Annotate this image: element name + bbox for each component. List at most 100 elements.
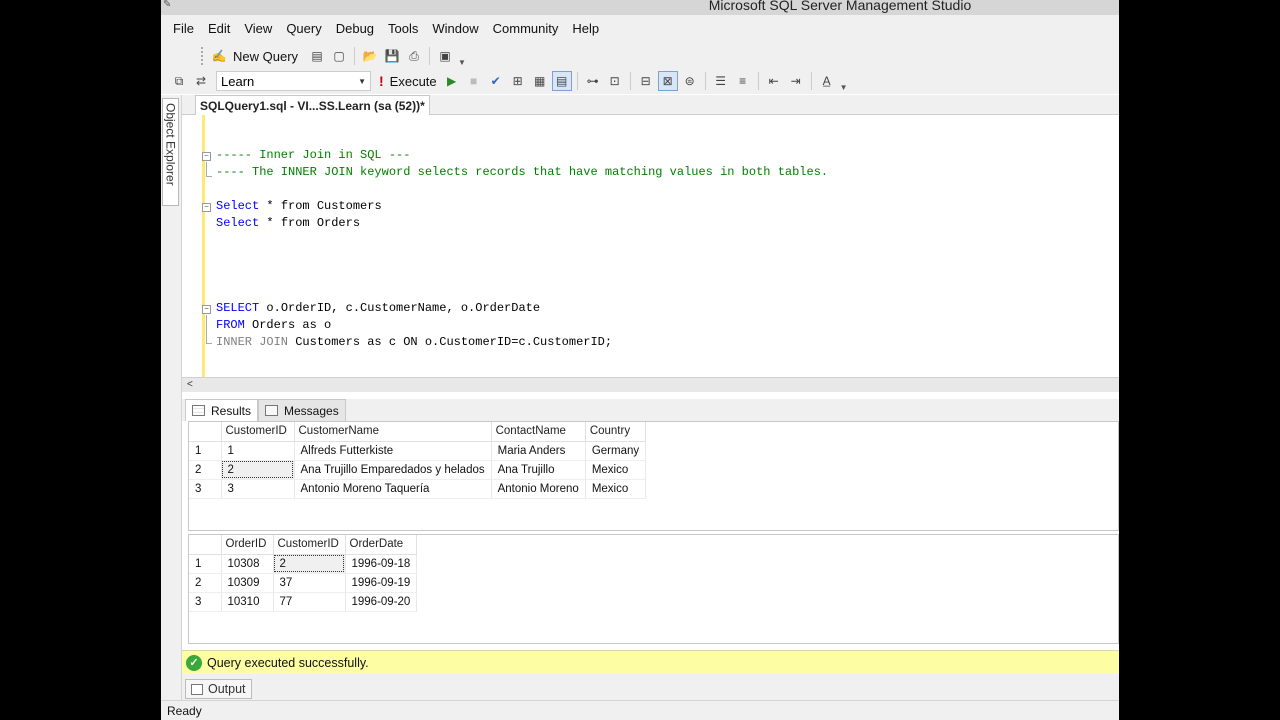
table-cell[interactable]: 10309 <box>221 573 274 593</box>
menu-edit[interactable]: Edit <box>201 15 237 43</box>
table-cell[interactable]: Germany <box>585 441 647 461</box>
specify-values-icon[interactable]: A̲ <box>817 71 837 91</box>
open-file-icon[interactable]: 📂 <box>360 46 380 66</box>
table-cell[interactable]: Antonio Moreno <box>491 479 586 499</box>
include-plan-icon[interactable]: ⊶ <box>583 71 603 91</box>
scroll-left-icon[interactable]: < <box>187 378 193 392</box>
uncomment-lines-icon[interactable]: ≡ <box>733 71 753 91</box>
column-header[interactable]: CustomerName <box>294 422 492 442</box>
row-number[interactable]: 1 <box>189 441 222 461</box>
print-icon[interactable]: ⎙ <box>404 46 424 66</box>
table-cell[interactable]: 1996-09-20 <box>345 592 418 612</box>
change-connection-icon[interactable]: ⇄ <box>191 71 211 91</box>
toolbar-overflow-icon[interactable]: ▼ <box>458 58 466 67</box>
debug-play-icon[interactable]: ▶ <box>442 71 462 91</box>
menu-community[interactable]: Community <box>486 15 566 43</box>
table-cell[interactable]: 10308 <box>221 554 274 574</box>
display-plan-icon[interactable]: ⊞ <box>508 71 528 91</box>
table-cell[interactable]: Ana Trujillo <box>491 460 586 480</box>
table-row[interactable]: 1 1 Alfreds Futterkiste Maria Anders Ger… <box>189 441 647 461</box>
save-icon[interactable]: 💾 <box>382 46 402 66</box>
new-query-icon[interactable]: ✍ <box>209 46 229 66</box>
table-row[interactable]: 2 2 Ana Trujillo Emparedados y helados A… <box>189 460 647 480</box>
row-number-header[interactable] <box>189 422 222 442</box>
menu-tools[interactable]: Tools <box>381 15 425 43</box>
results-grid-customers[interactable]: CustomerID CustomerName ContactName Coun… <box>188 421 1119 531</box>
results-grid-orders[interactable]: OrderID CustomerID OrderDate 1 10308 2 1… <box>188 534 1119 644</box>
column-header[interactable]: ContactName <box>491 422 586 442</box>
code-keyword: INNER JOIN <box>216 335 289 349</box>
table-row[interactable]: 3 3 Antonio Moreno Taquería Antonio More… <box>189 479 647 499</box>
row-number[interactable]: 3 <box>189 479 222 499</box>
table-cell[interactable]: Alfreds Futterkiste <box>294 441 492 461</box>
table-cell[interactable]: 1996-09-18 <box>345 554 418 574</box>
column-header[interactable]: OrderID <box>221 535 274 555</box>
table-row[interactable]: 1 10308 2 1996-09-18 <box>189 554 418 574</box>
collapse-icon[interactable]: − <box>202 152 211 161</box>
results-to-text-icon[interactable]: ⊟ <box>636 71 656 91</box>
menu-window[interactable]: Window <box>425 15 485 43</box>
column-header[interactable]: OrderDate <box>345 535 418 555</box>
table-row[interactable]: 2 10309 37 1996-09-19 <box>189 573 418 593</box>
menu-file[interactable]: File <box>166 15 201 43</box>
row-number[interactable]: 2 <box>189 460 222 480</box>
cancel-query-icon[interactable]: ■ <box>464 71 484 91</box>
column-header[interactable]: CustomerID <box>273 535 346 555</box>
table-cell[interactable]: Maria Anders <box>491 441 586 461</box>
connect-icon[interactable]: ⧉ <box>169 71 189 91</box>
decrease-indent-icon[interactable]: ⇤ <box>764 71 784 91</box>
database-select[interactable]: Learn ▼ <box>216 71 371 91</box>
new-query-button[interactable]: New Query <box>233 49 298 64</box>
standard-toolbar: ✍ New Query ▤ ▢ 📂 💾 ⎙ ▣ ▼ <box>161 43 1119 69</box>
row-number[interactable]: 1 <box>189 554 222 574</box>
table-cell[interactable]: Ana Trujillo Emparedados y helados <box>294 460 492 480</box>
selected-cell[interactable]: 2 <box>221 460 295 480</box>
tab-results[interactable]: Results <box>185 399 259 421</box>
table-cell[interactable]: 1 <box>221 441 295 461</box>
column-header[interactable]: CustomerID <box>221 422 295 442</box>
selected-cell[interactable]: 2 <box>273 554 346 574</box>
collapse-icon[interactable]: − <box>202 305 211 314</box>
row-number-header[interactable] <box>189 535 222 555</box>
results-to-file-icon[interactable]: ⊜ <box>680 71 700 91</box>
tab-output[interactable]: Output <box>185 679 252 699</box>
query-designer-icon[interactable]: ▦ <box>530 71 550 91</box>
table-cell[interactable]: Antonio Moreno Taquería <box>294 479 492 499</box>
row-number[interactable]: 2 <box>189 573 222 593</box>
object-explorer-tab[interactable]: Object Explorer <box>162 98 179 206</box>
results-to-grid-icon[interactable]: ▤ <box>551 71 572 91</box>
toolbar-overflow-icon[interactable]: ▼ <box>840 83 848 92</box>
menu-query[interactable]: Query <box>279 15 328 43</box>
query-editor[interactable]: − ----- Inner Join in SQL --- ---- The I… <box>182 115 1119 377</box>
table-cell[interactable]: Mexico <box>585 460 647 480</box>
execute-button[interactable]: Execute <box>390 74 437 89</box>
database-engine-query-icon[interactable]: ▤ <box>307 46 327 66</box>
fold-guide <box>206 162 207 176</box>
row-number[interactable]: 3 <box>189 592 222 612</box>
parse-check-icon[interactable]: ✔ <box>486 71 506 91</box>
document-tab[interactable]: SQLQuery1.sql - VI...SS.Learn (sa (52))* <box>195 95 430 115</box>
collapse-icon[interactable]: − <box>202 203 211 212</box>
table-cell[interactable]: 37 <box>273 573 346 593</box>
menu-help[interactable]: Help <box>565 15 606 43</box>
client-statistics-icon[interactable]: ⊡ <box>605 71 625 91</box>
code-line: SELECT o.OrderID, c.CustomerName, o.Orde… <box>216 300 540 317</box>
menu-view[interactable]: View <box>237 15 279 43</box>
menu-debug[interactable]: Debug <box>329 15 381 43</box>
new-file-icon[interactable]: ▢ <box>329 46 349 66</box>
toolbar-grip[interactable] <box>201 47 205 65</box>
tab-messages[interactable]: Messages <box>258 399 346 421</box>
table-cell[interactable]: 3 <box>221 479 295 499</box>
column-header[interactable]: Country <box>585 422 647 442</box>
table-cell[interactable]: 10310 <box>221 592 274 612</box>
table-cell[interactable]: 77 <box>273 592 346 612</box>
table-cell[interactable]: 1996-09-19 <box>345 573 418 593</box>
comment-lines-icon[interactable]: ☰ <box>711 71 731 91</box>
table-row[interactable]: 3 10310 77 1996-09-20 <box>189 592 418 612</box>
results-grid-toggle-icon[interactable]: ⊠ <box>657 71 678 91</box>
execute-icon[interactable]: ! <box>379 73 384 89</box>
increase-indent-icon[interactable]: ⇥ <box>786 71 806 91</box>
editor-horizontal-scrollbar[interactable]: < <box>182 377 1119 392</box>
activity-monitor-icon[interactable]: ▣ <box>435 46 455 66</box>
table-cell[interactable]: Mexico <box>585 479 647 499</box>
